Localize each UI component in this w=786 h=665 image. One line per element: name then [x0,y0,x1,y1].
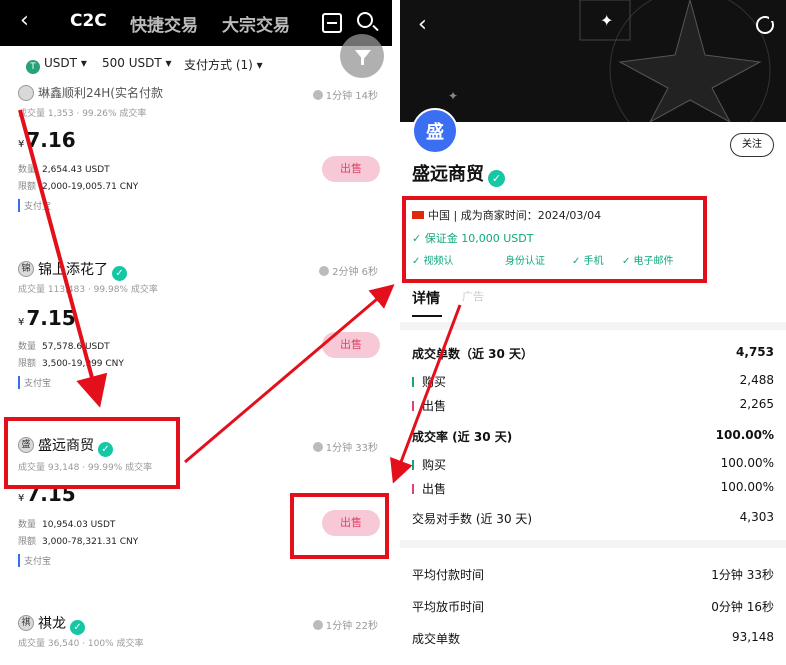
payment-method: 支付宝 [18,554,51,567]
avatar [18,85,34,101]
amount-filter[interactable]: 500 USDT ▾ [102,56,172,70]
merchant-card[interactable]: 琳鑫顺利24H(实名付款 1分钟 14秒 成交量 1,353 · 99.26% … [0,82,392,232]
avatar: 锦 [18,261,34,277]
merchant-card[interactable]: 祺 祺龙 ✓ 1分钟 22秒 成交量 36,540 · 100% 成交率 [0,612,392,665]
c2c-list-screen: ‹ C2C 快捷交易 大宗交易 T USDT ▾ 500 USDT ▾ 支付方式 … [0,0,392,665]
scan-icon[interactable] [322,13,342,33]
sell-marker [412,484,414,494]
merchant-stats: 成交量 36,540 · 100% 成交率 [18,639,144,649]
tab-quick-trade[interactable]: 快捷交易 [130,11,198,36]
merchant-since: 中国 | 成为商家时间：2024/03/04 [412,207,601,223]
search-icon[interactable] [357,12,373,28]
price: ¥7.15 [18,482,76,506]
clock-icon [319,266,330,276]
coin-filter[interactable]: T USDT ▾ [26,56,87,74]
payment-time: 1分钟 22秒 [312,617,378,632]
quantity: 数量 57,578.6 USDT [18,342,110,352]
verification-id: 身份认证 [505,256,545,267]
tab-block-trade[interactable]: 大宗交易 [222,11,290,36]
sell-button[interactable]: 出售 [322,156,380,182]
merchant-stats: 成交量 93,148 · 99.99% 成交率 [18,463,153,473]
merchant-name-title: 盛远商贸 ✓ [412,160,505,187]
back-icon[interactable]: ‹ [20,8,29,33]
sell-button[interactable]: 出售 [322,510,380,536]
merchant-name[interactable]: 琳鑫顺利24H(实名付款 [38,84,163,101]
clock-icon [312,90,323,100]
usdt-icon: T [26,60,40,74]
merchant-name[interactable]: 祺龙 ✓ [38,613,85,635]
payment-method: 支付宝 [18,199,51,212]
verification-phone: ✓ 手机 [572,256,604,267]
merchant-card[interactable]: 锦 锦上添花了 ✓ 2分钟 6秒 成交量 113,483 · 99.98% 成交率… [0,258,392,398]
china-flag-icon [412,211,424,219]
profile-banner: ✦ ✦ ‹ [400,0,786,122]
avatar: 盛 [18,437,34,453]
avatar: 祺 [18,615,34,631]
sell-marker [412,401,414,411]
tab-c2c[interactable]: C2C [70,11,107,31]
top-nav-bar: ‹ C2C 快捷交易 大宗交易 [0,0,392,46]
tab-details[interactable]: 详情 [412,288,440,308]
verified-icon: ✓ [488,170,505,187]
limit: 限额 3,000-78,321.31 CNY [18,537,139,547]
follow-button[interactable]: 关注 [730,133,774,157]
merchant-name[interactable]: 盛远商贸 ✓ [38,435,113,457]
sell-button[interactable]: 出售 [322,332,380,358]
active-tab-indicator [412,315,442,317]
share-icon[interactable] [756,14,776,34]
buy-marker [412,460,414,470]
merchant-avatar: 盛 [412,108,458,154]
limit: 限额 3,500-19,999 CNY [18,359,124,369]
payment-time: 2分钟 6秒 [319,263,378,278]
limit: 限额 2,000-19,005.71 CNY [18,182,139,192]
payment-time: 1分钟 33秒 [312,439,378,454]
quantity: 数量 2,654.43 USDT [18,165,110,175]
verified-icon: ✓ [70,620,85,635]
merchant-stats: 成交量 113,483 · 99.98% 成交率 [18,285,158,295]
merchant-stats: 成交量 1,353 · 99.26% 成交率 [18,109,147,119]
payment-filter[interactable]: 支付方式 (1) ▾ [184,56,263,73]
divider [400,322,786,330]
svg-text:✦: ✦ [600,11,613,30]
price: ¥7.15 [18,306,76,330]
back-icon[interactable]: ‹ [418,12,427,37]
verification-email: ✓ 电子邮件 [622,256,674,267]
filter-fab-icon[interactable] [340,34,384,78]
buy-marker [412,377,414,387]
verified-icon: ✓ [112,266,127,281]
filter-bar: T USDT ▾ 500 USDT ▾ 支付方式 (1) ▾ [0,46,392,82]
svg-text:✦: ✦ [448,89,458,103]
merchant-profile-screen: ✦ ✦ ‹ 盛 关注 盛远商贸 ✓ 中国 | 成为商家时间：2024/03/04 … [400,0,786,665]
clock-icon [312,620,323,630]
clock-icon [312,442,323,452]
payment-method: 支付宝 [18,376,51,389]
banner-star-graphic: ✦ ✦ [448,0,771,122]
merchant-card[interactable]: 盛 盛远商贸 ✓ 1分钟 33秒 成交量 93,148 · 99.99% 成交率 … [0,434,392,574]
quantity: 数量 10,954.03 USDT [18,520,116,530]
tab-ads[interactable]: 广告 [462,288,484,304]
price: ¥7.16 [18,128,76,152]
payment-time: 1分钟 14秒 [312,87,378,102]
divider [400,540,786,548]
deposit-info: ✓ 保证金 10,000 USDT [412,232,534,245]
verification-video: ✓ 视频认 [412,256,454,267]
merchant-name[interactable]: 锦上添花了 ✓ [38,259,127,281]
verified-icon: ✓ [98,442,113,457]
